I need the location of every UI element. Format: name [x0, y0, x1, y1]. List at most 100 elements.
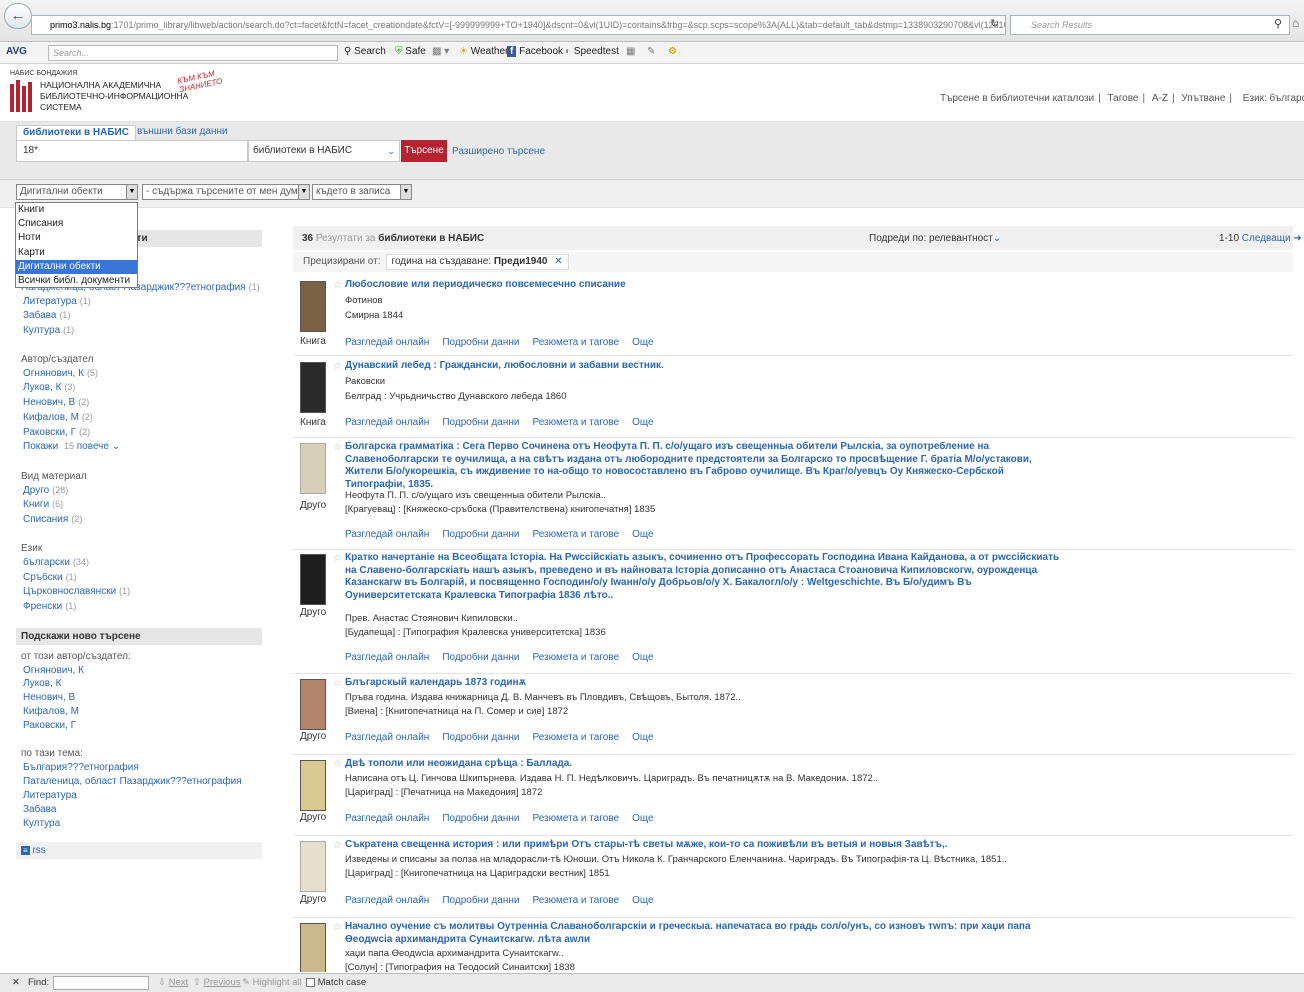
facet-language-item[interactable]: български (34): [23, 557, 89, 568]
book-cover-thumbnail[interactable]: [300, 679, 326, 730]
book-cover-thumbnail[interactable]: [300, 362, 326, 413]
star-icon[interactable]: ☆: [333, 678, 342, 689]
item-title[interactable]: Съкратена свещенна история : или примѣри…: [345, 839, 1065, 852]
back-button[interactable]: ←: [4, 3, 32, 29]
close-icon[interactable]: ✕: [12, 977, 20, 988]
suggest-author-link[interactable]: Кифалов, М: [23, 706, 79, 717]
home-icon[interactable]: ⌂: [1292, 16, 1299, 30]
sort-control[interactable]: Подреди по: релевантност⌄: [869, 233, 1001, 244]
nav-guide-link[interactable]: Упътване: [1181, 93, 1225, 104]
facet-topic-item[interactable]: Култура (1): [23, 325, 74, 336]
nav-tags-link[interactable]: Тагове: [1108, 93, 1139, 104]
suggest-topic-link[interactable]: България???етнография: [23, 762, 139, 773]
more-link[interactable]: Още: [632, 652, 653, 663]
search-icon[interactable]: ⚲: [1274, 17, 1282, 30]
facet-topic-item[interactable]: Литература (1): [23, 296, 91, 307]
book-cover-thumbnail[interactable]: [300, 841, 326, 892]
star-icon[interactable]: ☆: [333, 840, 342, 851]
nav-catalog-link[interactable]: Търсене в библиотечни каталози: [940, 93, 1094, 104]
details-link[interactable]: Подробни данни: [442, 417, 519, 428]
item-title[interactable]: Дунавский лебед : Граждански, любословни…: [345, 360, 1065, 373]
star-icon[interactable]: ☆: [333, 361, 342, 372]
details-link[interactable]: Подробни данни: [442, 732, 519, 743]
item-title[interactable]: Кратко начертанiе на Всеобщата Iсторiа. …: [345, 552, 1065, 602]
suggest-topic-link[interactable]: Литература: [23, 790, 77, 801]
star-icon[interactable]: ☆: [333, 922, 342, 933]
dropdown-option[interactable]: Всички библ. документи: [16, 274, 137, 288]
avg-search-input[interactable]: Search...: [48, 45, 338, 61]
tab-nabis-libraries[interactable]: библиотеки в НАБИС: [16, 125, 136, 140]
rss-link[interactable]: ≡ rss: [21, 845, 46, 856]
dropdown-option[interactable]: Книги: [16, 203, 137, 217]
suggest-author-link[interactable]: Огнянович, К: [23, 665, 84, 676]
show-more-authors-link[interactable]: Покажи 15 повече ⌄: [23, 441, 120, 452]
suggest-author-link[interactable]: Луков, К: [23, 678, 61, 689]
details-link[interactable]: Подробни данни: [442, 652, 519, 663]
view-online-link[interactable]: Разгледай онлайн: [345, 732, 429, 743]
details-link[interactable]: Подробни данни: [442, 895, 519, 906]
avg-weather-button[interactable]: ☀ Weather: [459, 46, 508, 57]
reviews-tags-link[interactable]: Резюмета и тагове: [532, 529, 619, 540]
suggest-topic-link[interactable]: Забава: [23, 804, 56, 815]
scope-select[interactable]: библиотеки в НАБИС ⌄: [248, 140, 400, 162]
match-mode-select[interactable]: - съдържа търсените от мен думи ▼: [142, 184, 310, 200]
nav-az-link[interactable]: A-Z: [1152, 93, 1168, 104]
view-online-link[interactable]: Разгледай онлайн: [345, 417, 429, 428]
more-link[interactable]: Още: [632, 732, 653, 743]
more-link[interactable]: Още: [632, 813, 653, 824]
view-online-link[interactable]: Разгледай онлайн: [345, 529, 429, 540]
match-case-checkbox[interactable]: Match case: [306, 977, 366, 988]
facet-author-item[interactable]: Раковски, Г (2): [23, 427, 90, 438]
suggest-topic-link[interactable]: Култура: [23, 818, 60, 829]
next-page-link[interactable]: Следващи ➜: [1242, 233, 1302, 244]
item-title[interactable]: Болгарска граммaтiка : Сега Перво Сочине…: [345, 441, 1065, 491]
facet-author-item[interactable]: Луков, К (3): [23, 382, 75, 393]
browser-search-input[interactable]: Search Results: [1010, 15, 1290, 35]
trash-icon[interactable]: ▩ ▾: [432, 46, 449, 57]
highlight-all-button[interactable]: ✎ Highlight all: [242, 977, 302, 988]
find-input[interactable]: [53, 976, 149, 990]
suggest-author-link[interactable]: Раковски, Г: [23, 720, 76, 731]
avg-safe-button[interactable]: ⛨ Safe: [395, 46, 426, 57]
facet-language-item[interactable]: Църковнославянски (1): [23, 586, 130, 597]
dropdown-option[interactable]: Списания: [16, 217, 137, 231]
facet-type-item[interactable]: Друго (28): [23, 485, 68, 496]
avg-search-button[interactable]: ⚲ Search: [344, 46, 386, 57]
facet-language-item[interactable]: Сръбски (1): [23, 572, 77, 583]
reviews-tags-link[interactable]: Резюмета и тагове: [532, 652, 619, 663]
suggest-author-link[interactable]: Ненович, В: [23, 692, 75, 703]
item-title[interactable]: Двѣ тополи или неожидана срѣща : Баллада…: [345, 758, 1065, 771]
view-online-link[interactable]: Разгледай онлайн: [345, 337, 429, 348]
star-icon[interactable]: ☆: [333, 553, 342, 564]
find-previous-button[interactable]: ⇧ Previous: [193, 977, 241, 988]
item-title[interactable]: Блъгарскый календарь 1873 годинѫ: [345, 677, 1065, 690]
more-link[interactable]: Още: [632, 337, 653, 348]
star-icon[interactable]: ☆: [333, 759, 342, 770]
dropdown-option-selected[interactable]: Дигитални обекти: [16, 259, 137, 274]
details-link[interactable]: Подробни данни: [442, 529, 519, 540]
nabis-logo[interactable]: НАБИС БОНДАЖИЯ НАЦИОНАЛНА АКАДЕМИЧНА БИБ…: [10, 68, 223, 116]
avg-facebook-button[interactable]: f Facebook: [507, 46, 563, 57]
find-next-button[interactable]: ⇩ Next: [158, 977, 188, 988]
avg-speedtest-button[interactable]: ◐ Speedtest: [565, 46, 619, 57]
more-link[interactable]: Още: [632, 417, 653, 428]
reviews-tags-link[interactable]: Резюмета и тагове: [532, 895, 619, 906]
view-online-link[interactable]: Разгледай онлайн: [345, 895, 429, 906]
star-icon[interactable]: ☆: [333, 442, 342, 453]
suggest-topic-link[interactable]: Паталеница, област Пазарджик???етнографи…: [23, 776, 242, 787]
address-bar[interactable]: primo3.nalis.bg:1701/primo_library/libwe…: [31, 15, 1006, 35]
reviews-tags-link[interactable]: Резюмета и тагове: [532, 732, 619, 743]
book-cover-thumbnail[interactable]: [300, 760, 326, 811]
item-title[interactable]: Любословие или периодическо повсемесечно…: [345, 279, 1065, 292]
search-button[interactable]: Търсене: [401, 140, 447, 162]
search-input[interactable]: 18*: [16, 140, 248, 162]
more-link[interactable]: Още: [632, 529, 653, 540]
facet-type-item[interactable]: Списания (2): [23, 514, 82, 525]
facet-author-item[interactable]: Ненович, В (2): [23, 397, 89, 408]
material-type-select[interactable]: Дигитални обекти ▼: [16, 184, 138, 200]
notes-icon[interactable]: ✎: [647, 46, 655, 57]
details-link[interactable]: Подробни данни: [442, 813, 519, 824]
facet-author-item[interactable]: Огнянович, К (5): [23, 368, 98, 379]
facet-type-item[interactable]: Книги (6): [23, 499, 63, 510]
search-field-select[interactable]: където в записа ▼: [312, 184, 412, 200]
